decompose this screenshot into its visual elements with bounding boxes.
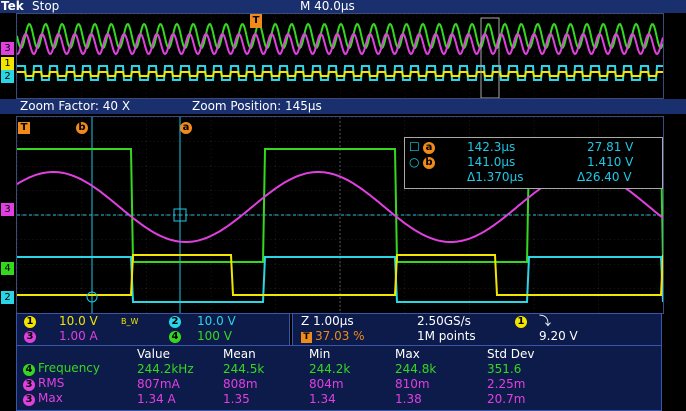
zoom-factor: Zoom Factor: 40 X [20, 99, 131, 113]
table-row[interactable]: 3 RMS 807mA 808m 804m 810m 2.25m [17, 376, 567, 391]
ov-marker-ch3[interactable]: 3 [1, 42, 14, 55]
meas-mean: 244.5k [223, 361, 265, 376]
measurements-header-row: Value Mean Min Max Std Dev [17, 347, 567, 361]
cursor-delta-value: Δ26.40 V [577, 170, 632, 184]
ov-marker-ch2[interactable]: 2 [1, 70, 14, 83]
meas-name: Frequency [38, 361, 100, 375]
meas-name: Max [38, 391, 63, 405]
ch1-scale[interactable]: 10.0 V [59, 315, 98, 328]
measurements-panel[interactable]: Value Mean Min Max Std Dev 4 Frequency 24… [16, 345, 662, 411]
ch3-scale[interactable]: 1.00 A [59, 330, 98, 343]
channel-settings-panel[interactable]: 1 10.0 V B_W 2 10.0 V 3 1.00 A 4 100 V [16, 313, 290, 346]
measurements-table: Value Mean Min Max Std Dev 4 Frequency 24… [17, 347, 567, 406]
ch4-chip[interactable]: 4 [169, 331, 181, 343]
meas-max: 810m [395, 376, 430, 391]
acquisition-panel[interactable]: Z 1.00µs 2.50GS/s T 37.03 % 1M points 1 … [292, 313, 662, 346]
cursor-b-circle-icon: ○ [409, 155, 420, 169]
col-value: Value [137, 347, 170, 361]
timebase-label[interactable]: M 40.0µs [300, 0, 355, 13]
meas-stddev: 351.6 [487, 361, 522, 376]
cursor-b-value: 1.410 V [587, 155, 634, 169]
meas-value: 1.34 A [137, 391, 176, 406]
meas-stddev: 20.7m [487, 391, 526, 406]
trigger-ch-chip[interactable]: 1 [515, 316, 527, 328]
brand-logo: Tek [1, 0, 24, 13]
meas-max: 1.38 [395, 391, 422, 406]
meas-value: 807mA [137, 376, 180, 391]
sample-rate[interactable]: 2.50GS/s [417, 315, 471, 328]
table-row[interactable]: 3 Max 1.34 A 1.35 1.34 1.38 20.7m [17, 391, 567, 406]
record-length[interactable]: 1M points [417, 330, 476, 343]
zoom-position: Zoom Position: 145µs [192, 99, 322, 113]
col-stddev: Std Dev [487, 347, 535, 361]
cursor-delta-time: Δ1.370µs [467, 170, 524, 184]
cursor-b-marker[interactable]: b [76, 122, 88, 134]
meas-min: 1.34 [309, 391, 336, 406]
meas-ch3-chip: 3 [23, 379, 35, 391]
meas-min: 804m [309, 376, 344, 391]
cursor-a-marker[interactable]: a [180, 122, 192, 134]
ov-marker-ch1[interactable]: 1 [1, 57, 14, 70]
table-row[interactable]: 4 Frequency 244.2kHz 244.5k 244.2k 244.8k… [17, 361, 567, 376]
overview-waveforms [16, 14, 664, 99]
ch2-scale[interactable]: 10.0 V [197, 315, 236, 328]
trigger-slope-icon[interactable]: ⤵ [539, 315, 551, 328]
trigger-level[interactable]: 9.20 V [539, 330, 578, 343]
ch4-scale[interactable]: 100 V [197, 330, 232, 343]
meas-ch3-chip: 3 [23, 394, 35, 406]
ch3-chip[interactable]: 3 [24, 331, 36, 343]
zoom-marker-ch3[interactable]: 3 [1, 203, 14, 216]
col-min: Min [309, 347, 331, 361]
meas-mean: 1.35 [223, 391, 250, 406]
zoom-trigger-marker[interactable]: T [18, 122, 30, 134]
meas-max: 244.8k [395, 361, 437, 376]
meas-stddev: 2.25m [487, 376, 526, 391]
zoom-marker-ch4[interactable]: 4 [1, 262, 14, 275]
trigger-marker-top[interactable]: T [250, 14, 262, 28]
cursor-a-time: 142.3µs [467, 140, 516, 154]
cursor-readout-panel: ☐ a 142.3µs 27.81 V ○ b 141.0µs 1.410 V … [404, 137, 663, 189]
meas-mean: 808m [223, 376, 258, 391]
trigger-position[interactable]: 37.03 % [315, 330, 365, 343]
zoom-scale[interactable]: Z 1.00µs [301, 315, 354, 328]
cursor-b-time: 141.0µs [467, 155, 516, 169]
cursor-b-chip: b [423, 157, 435, 169]
ch2-chip[interactable]: 2 [169, 316, 181, 328]
meas-value: 244.2kHz [137, 361, 194, 376]
ch1-chip[interactable]: 1 [24, 316, 36, 328]
trigger-pos-icon: T [301, 332, 312, 343]
cursor-a-value: 27.81 V [587, 140, 634, 154]
cursor-a-square-icon: ☐ [409, 140, 420, 154]
meas-min: 244.2k [309, 361, 351, 376]
meas-name: RMS [38, 376, 65, 390]
meas-ch4-chip: 4 [23, 364, 35, 376]
cursor-a-chip: a [423, 142, 435, 154]
zoom-marker-ch2[interactable]: 2 [1, 291, 14, 304]
overview-display[interactable] [16, 13, 664, 99]
run-state[interactable]: Stop [32, 0, 59, 13]
col-mean: Mean [223, 347, 256, 361]
ch1-bw-limit: B_W [121, 317, 139, 326]
col-max: Max [395, 347, 420, 361]
